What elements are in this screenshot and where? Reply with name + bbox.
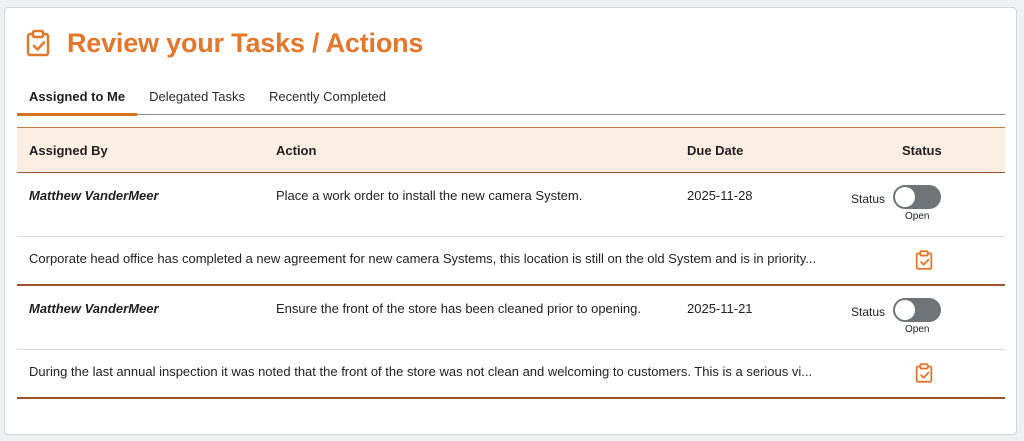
status-label: Status — [851, 192, 886, 206]
column-header-status: Status — [902, 143, 942, 158]
due-date-cell: 2025-11-21 — [687, 301, 753, 316]
status-control: Status Open — [851, 185, 961, 225]
task-description: During the last annual inspection it was… — [29, 364, 813, 379]
clipboard-check-icon[interactable] — [913, 249, 935, 271]
tasks-card: Review your Tasks / Actions Assigned to … — [4, 7, 1017, 435]
column-header-assigned-by: Assigned By — [29, 143, 108, 158]
status-control: Status Open — [851, 298, 961, 338]
tab-bar: Assigned to Me Delegated Tasks Recently … — [17, 88, 1005, 116]
page-header: Review your Tasks / Actions — [23, 23, 423, 63]
status-value: Open — [905, 324, 930, 335]
task-description-row: Corporate head office has completed a ne… — [17, 237, 1005, 286]
table-row: Matthew VanderMeer Ensure the front of t… — [17, 286, 1005, 350]
column-header-due-date: Due Date — [687, 143, 744, 158]
assigned-by-cell: Matthew VanderMeer — [29, 301, 159, 316]
clipboard-check-icon[interactable] — [913, 362, 935, 384]
tab-recently-completed[interactable]: Recently Completed — [257, 88, 398, 115]
table-header: Assigned By Action Due Date Status — [17, 127, 1005, 173]
tab-delegated-tasks[interactable]: Delegated Tasks — [137, 88, 257, 115]
tab-assigned-to-me[interactable]: Assigned to Me — [17, 88, 138, 116]
due-date-cell: 2025-11-28 — [687, 188, 753, 203]
tasks-table: Assigned By Action Due Date Status Matth… — [17, 127, 1005, 399]
task-description: Corporate head office has completed a ne… — [29, 251, 817, 266]
task-description-row: During the last annual inspection it was… — [17, 350, 1005, 399]
status-toggle[interactable] — [893, 185, 941, 209]
action-cell: Ensure the front of the store has been c… — [276, 301, 641, 316]
column-header-action: Action — [276, 143, 317, 158]
assigned-by-cell: Matthew VanderMeer — [29, 188, 159, 203]
status-toggle[interactable] — [893, 298, 941, 322]
table-row: Matthew VanderMeer Place a work order to… — [17, 173, 1005, 237]
status-label: Status — [851, 305, 886, 319]
toggle-knob — [895, 300, 915, 320]
action-cell: Place a work order to install the new ca… — [276, 188, 583, 203]
status-value: Open — [905, 211, 930, 222]
page-title: Review your Tasks / Actions — [67, 27, 424, 58]
clipboard-check-icon — [26, 29, 50, 57]
toggle-knob — [895, 187, 915, 207]
